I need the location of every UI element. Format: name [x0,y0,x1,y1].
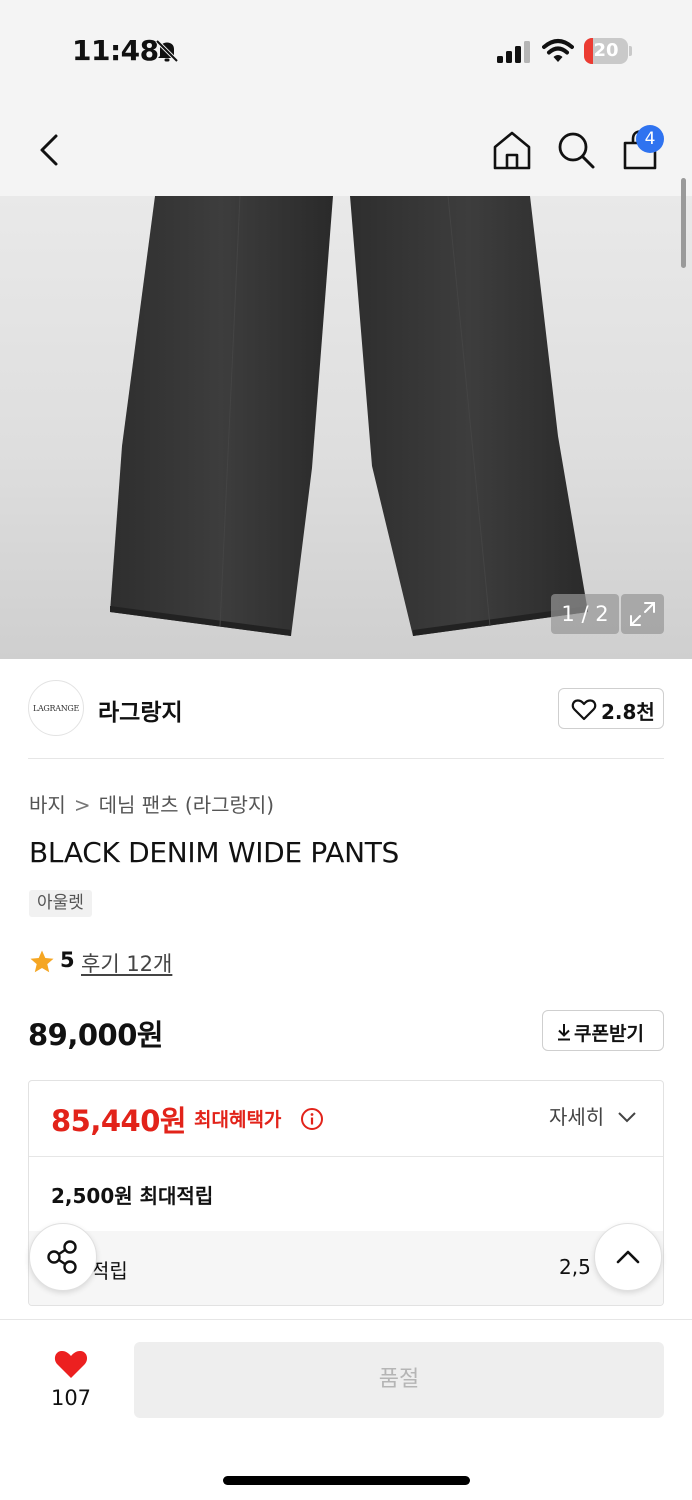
share-button[interactable] [29,1223,97,1291]
share-icon [47,1240,77,1274]
coupon-label: 쿠폰받기 [574,1023,644,1045]
product-title: BLACK DENIM WIDE PANTS [29,836,400,869]
home-indicator [223,1476,470,1485]
divider [28,758,664,759]
brand-like-count: 2.8천 [601,700,655,724]
product-price: 89,000원 [28,1018,164,1052]
jeans-image [110,196,588,636]
max-points-label: 2,500원 최대적립 [51,1184,214,1208]
signal-icon [497,41,530,63]
breadcrumb-category[interactable]: 바지 [29,793,66,817]
scroll-top-button[interactable] [594,1223,662,1291]
review-link[interactable]: 후기 12개 [81,948,172,978]
brand-logo[interactable]: LAGRANGE [28,680,84,736]
soldout-button[interactable]: 품절 [134,1342,664,1418]
heart-outline-icon [571,699,597,721]
chevron-up-icon [616,1250,640,1264]
product-image[interactable] [0,196,692,659]
home-icon[interactable] [490,128,534,172]
detail-toggle[interactable]: 자세히 [549,1101,604,1130]
points-row: 적립 2,5 [29,1231,663,1305]
back-button[interactable] [30,128,70,172]
rating-value: 5 [60,948,75,972]
max-benefit-price: 85,440원 [51,1104,187,1138]
expand-icon[interactable] [621,594,664,634]
image-counter: 1 / 2 [551,594,619,634]
search-icon[interactable] [554,128,598,172]
brand-like-button[interactable]: 2.8천 [558,688,664,729]
bell-off-icon [155,39,179,63]
wishlist-count: 107 [50,1386,92,1410]
wifi-icon [542,39,574,62]
coupon-button[interactable]: 쿠폰받기 [542,1010,664,1051]
download-icon [558,1024,570,1041]
wishlist-button[interactable]: 107 [36,1342,106,1418]
info-icon[interactable] [300,1107,324,1131]
outlet-tag: 아울렛 [29,890,92,917]
scroll-indicator[interactable] [681,178,686,268]
points-row-value: 2,5 [559,1255,591,1279]
divider [29,1156,663,1157]
status-time: 11:48 [72,34,159,67]
chevron-down-icon[interactable] [617,1109,637,1125]
max-benefit-label: 최대혜택가 [194,1109,282,1131]
chevron-right-icon: > [73,793,91,817]
heart-filled-icon [54,1350,88,1378]
battery-icon: 20 [584,38,632,64]
breadcrumb-subcategory[interactable]: 데님 팬츠 (라그랑지) [99,793,275,817]
benefit-box: 85,440원 최대혜택가 자세히 2,500원 최대적립 적립 2,5 [28,1080,664,1306]
brand-name[interactable]: 라그랑지 [98,693,183,727]
star-icon [30,950,54,973]
battery-text: 20 [593,40,619,61]
cart-count-badge: 4 [636,125,664,153]
breadcrumb: 바지 > 데님 팬츠 (라그랑지) [29,789,274,818]
